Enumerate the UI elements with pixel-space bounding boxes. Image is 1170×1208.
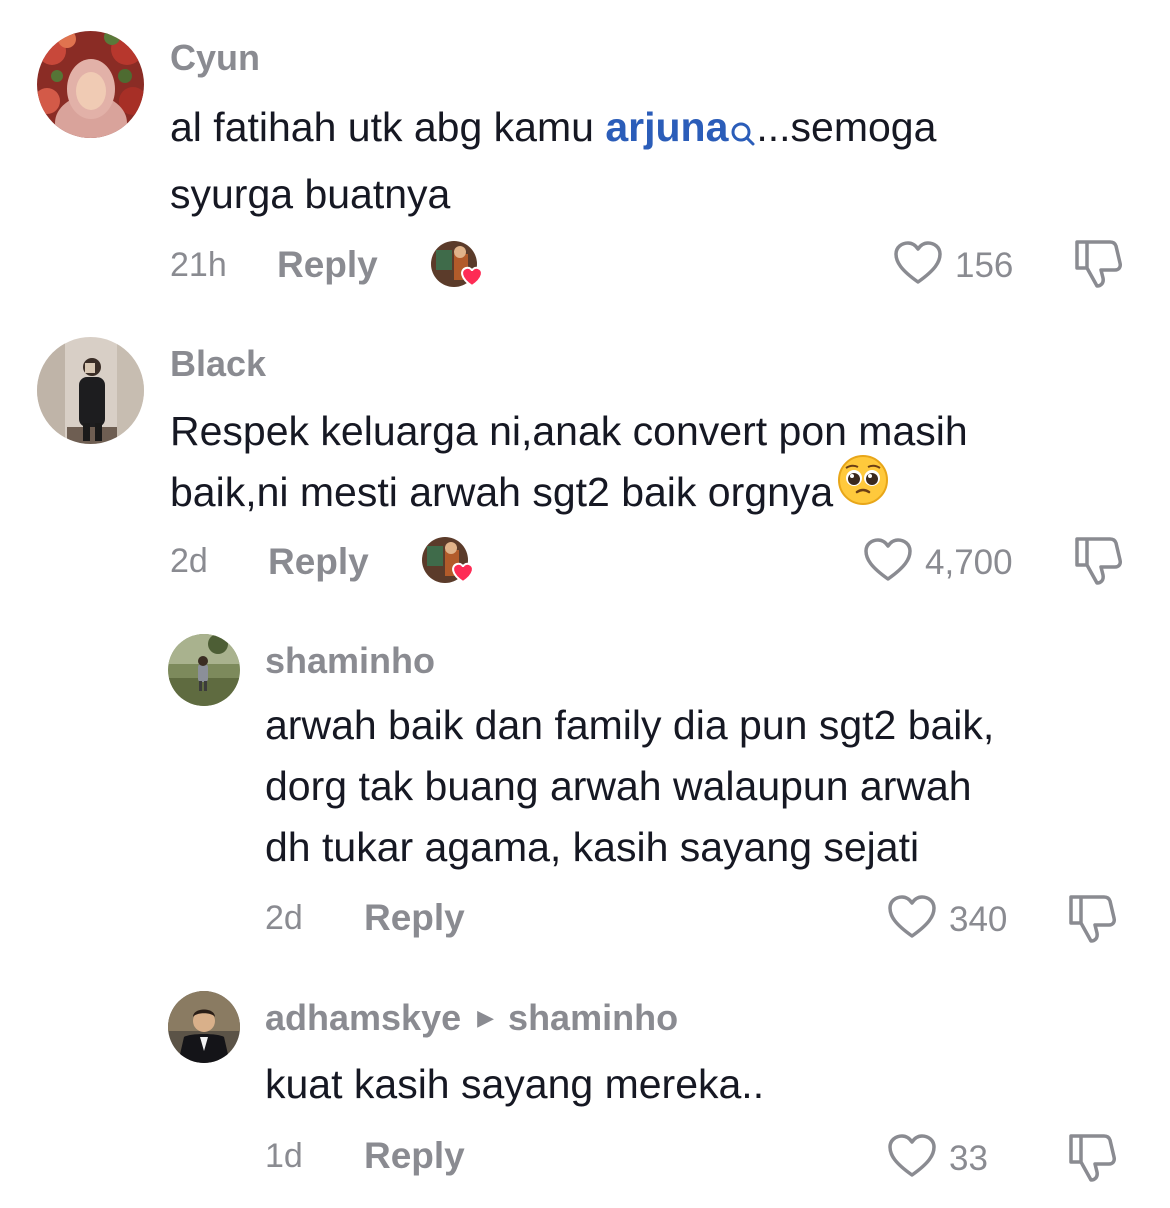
mention-link[interactable]: arjuna [605, 104, 756, 150]
heart-icon [887, 894, 937, 945]
comment-text: Respek keluarga ni,anak convert pon masi… [170, 401, 1130, 523]
comment-text: al fatihah utk abg kamu arjuna ...semoga … [170, 104, 937, 217]
comment-timestamp: 2d [265, 899, 303, 937]
avatar[interactable] [168, 991, 240, 1063]
like-button[interactable]: 33 [887, 1133, 988, 1184]
reply-button[interactable]: Reply [277, 244, 378, 286]
dislike-icon[interactable] [1067, 893, 1119, 950]
search-icon [730, 103, 756, 164]
avatar[interactable] [37, 337, 144, 444]
comment-text: arwah baik dan family dia pun sgt2 baik,… [265, 702, 995, 870]
like-count: 33 [949, 1138, 988, 1178]
comment-timestamp: 1d [265, 1137, 303, 1175]
comment-username[interactable]: adhamskye ▶ shaminho [265, 997, 678, 1039]
like-count: 340 [949, 899, 1008, 939]
dislike-icon[interactable] [1073, 238, 1125, 295]
reply-button[interactable]: Reply [364, 897, 465, 939]
comment-username[interactable]: Black [170, 343, 266, 385]
creator-liked-badge [421, 536, 474, 584]
comment-timestamp: 21h [170, 246, 227, 284]
dislike-icon[interactable] [1067, 1132, 1119, 1189]
pleading-face-icon [837, 454, 889, 523]
like-count: 156 [955, 245, 1014, 285]
heart-icon [893, 240, 943, 291]
heart-icon [887, 1133, 937, 1184]
like-count: 4,700 [925, 542, 1013, 582]
like-button[interactable]: 4,700 [863, 537, 1013, 588]
comment-timestamp: 2d [170, 542, 208, 580]
reply-arrow-icon: ▶ [477, 1005, 495, 1030]
reply-to-username[interactable]: shaminho [508, 997, 678, 1039]
reply-button[interactable]: Reply [268, 541, 369, 583]
avatar[interactable] [37, 31, 144, 138]
comment-username[interactable]: shaminho [265, 640, 435, 682]
like-button[interactable]: 156 [893, 240, 1013, 291]
comment-username[interactable]: Cyun [170, 37, 260, 79]
avatar[interactable] [168, 634, 240, 706]
dislike-icon[interactable] [1073, 535, 1125, 592]
comment-text: kuat kasih sayang mereka.. [265, 1061, 765, 1107]
like-button[interactable]: 340 [887, 894, 1007, 945]
heart-icon [863, 537, 913, 588]
creator-liked-badge [430, 240, 483, 288]
reply-button[interactable]: Reply [364, 1135, 465, 1177]
